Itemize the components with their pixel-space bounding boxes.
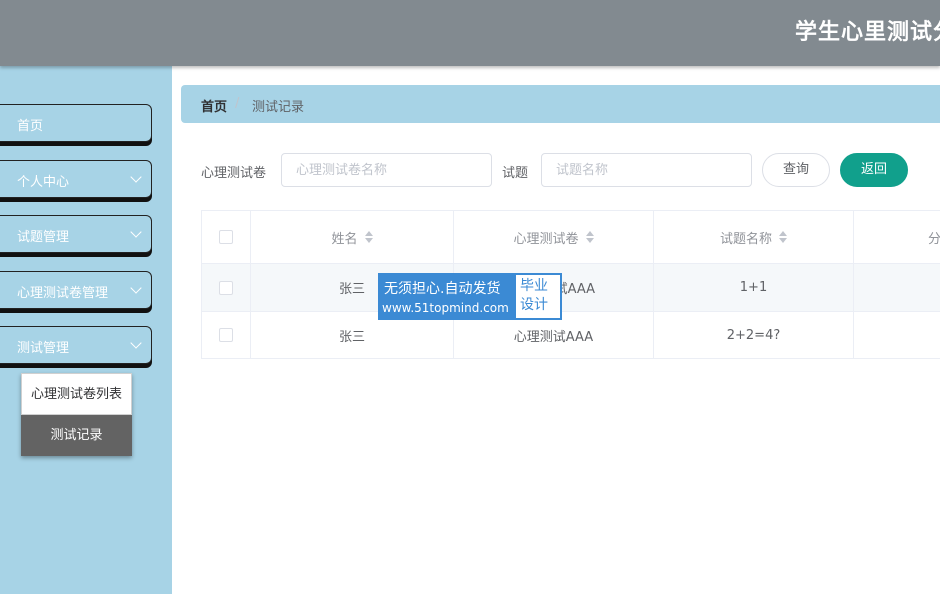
column-header-label: 分 xyxy=(927,231,940,247)
cell-text: 张三 xyxy=(338,282,365,297)
header-select-cell xyxy=(202,211,251,264)
table-row xyxy=(202,312,251,359)
watermark-url: www.51topmind.com xyxy=(382,301,509,315)
records-table: 姓名 心理测试卷 试题名称 分 张三 试AAA 1+1 张三 心理测试AAA 2… xyxy=(201,210,940,359)
sidebar-item-label: 个人中心 xyxy=(17,175,70,190)
submenu-item-test-records[interactable]: 测试记录 xyxy=(21,415,132,456)
column-header-question[interactable]: 试题名称 xyxy=(654,211,854,264)
row-checkbox[interactable] xyxy=(219,280,233,295)
query-button[interactable]: 查询 xyxy=(762,153,830,187)
sidebar-item-question-management[interactable]: 试题管理 xyxy=(0,215,152,253)
sidebar-item-label: 测试管理 xyxy=(17,341,70,356)
app-header: 学生心里测试分 xyxy=(0,0,940,66)
sidebar-item-label: 首页 xyxy=(17,119,44,134)
chevron-down-icon xyxy=(130,337,142,349)
sort-icon[interactable] xyxy=(585,231,594,243)
breadcrumb-home[interactable]: 首页 xyxy=(201,96,227,115)
cell-score xyxy=(854,264,940,312)
watermark-badge: 毕业设计 xyxy=(514,273,562,320)
app-title: 学生心里测试分 xyxy=(795,20,940,45)
breadcrumb-current: 测试记录 xyxy=(252,100,305,115)
column-header-score[interactable]: 分 xyxy=(854,211,940,264)
paper-search-label: 心理测试卷 xyxy=(201,166,267,181)
sidebar-item-test-management[interactable]: 测试管理 xyxy=(0,326,152,364)
column-header-label: 试题名称 xyxy=(719,231,772,247)
column-header-label: 心理测试卷 xyxy=(513,231,579,247)
sidebar-item-label: 试题管理 xyxy=(17,230,70,245)
sidebar-item-profile[interactable]: 个人中心 xyxy=(0,160,152,198)
submenu-item-paper-list[interactable]: 心理测试卷列表 xyxy=(21,373,132,415)
cell-score xyxy=(854,312,940,359)
table-row xyxy=(202,264,251,312)
column-header-name[interactable]: 姓名 xyxy=(251,211,454,264)
sidebar-item-paper-management[interactable]: 心理测试卷管理 xyxy=(0,271,152,309)
sort-icon[interactable] xyxy=(779,231,787,243)
test-management-submenu: 心理测试卷列表 测试记录 xyxy=(21,373,132,456)
paper-name-input[interactable] xyxy=(281,153,492,187)
select-all-checkbox[interactable] xyxy=(219,230,233,244)
row-checkbox[interactable] xyxy=(219,328,233,342)
sidebar-item-home[interactable]: 首页 xyxy=(0,104,152,142)
breadcrumb: 首页 / 测试记录 xyxy=(181,85,940,123)
back-button[interactable]: 返回 xyxy=(840,153,908,187)
cell-text: 1+1 xyxy=(739,280,768,295)
column-header-label: 姓名 xyxy=(331,231,358,247)
breadcrumb-separator: / xyxy=(235,96,240,111)
sidebar-item-label: 心理测试卷管理 xyxy=(17,286,109,301)
sort-icon[interactable] xyxy=(364,231,373,243)
watermark-overlay: 无须担心.自动发货 www.51topmind.com 毕业设计 xyxy=(378,273,562,320)
chevron-down-icon xyxy=(130,226,142,238)
cell-question: 2+2=4? xyxy=(654,312,854,359)
cell-text: 张三 xyxy=(338,329,365,345)
sidebar: 首页 个人中心 试题管理 心理测试卷管理 测试管理 心理测试卷列表 测试记录 xyxy=(0,66,172,594)
chevron-down-icon xyxy=(130,282,142,294)
chevron-down-icon xyxy=(130,171,142,183)
cell-question: 1+1 xyxy=(654,264,854,312)
watermark-slogan: 无须担心.自动发货 xyxy=(384,281,501,297)
cell-text: 心理测试AAA xyxy=(513,329,594,345)
question-name-input[interactable] xyxy=(541,153,752,187)
watermark-badge-text: 毕业设计 xyxy=(520,278,548,313)
question-search-label: 试题 xyxy=(502,166,529,181)
cell-text: 2+2=4? xyxy=(726,327,781,343)
column-header-paper[interactable]: 心理测试卷 xyxy=(454,211,654,264)
